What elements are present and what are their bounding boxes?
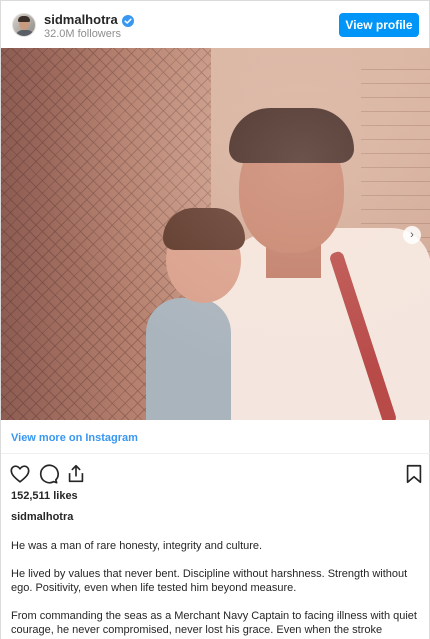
view-more-link[interactable]: View more on Instagram [11,432,138,444]
heart-icon[interactable] [9,463,31,485]
caption: He was a man of rare honesty, integrity … [11,539,421,639]
username[interactable]: sidmalhotra [44,12,118,27]
share-icon[interactable] [65,463,87,485]
divider [1,453,430,454]
caption-paragraph: From commanding the seas as a Merchant N… [11,610,417,636]
comment-icon[interactable] [37,463,59,485]
caption-username[interactable]: sidmalhotra [11,511,73,523]
action-bar [1,461,430,487]
like-count: 152,511 likes [11,490,78,502]
avatar[interactable] [12,13,36,37]
view-profile-button[interactable]: View profile [339,13,419,37]
follower-count: 32.0M followers [44,28,122,40]
post-header: sidmalhotra 32.0M followers View profile [1,1,430,51]
bookmark-icon[interactable] [403,463,425,485]
instagram-embed: sidmalhotra 32.0M followers View profile… [0,0,430,639]
caption-paragraph: He lived by values that never bent. Disc… [11,568,408,594]
post-photo[interactable]: › [1,48,430,420]
username-row: sidmalhotra [44,12,134,27]
chevron-right-icon[interactable]: › [403,226,421,244]
verified-badge-icon [121,14,134,27]
caption-paragraph: He was a man of rare honesty, integrity … [11,540,263,552]
